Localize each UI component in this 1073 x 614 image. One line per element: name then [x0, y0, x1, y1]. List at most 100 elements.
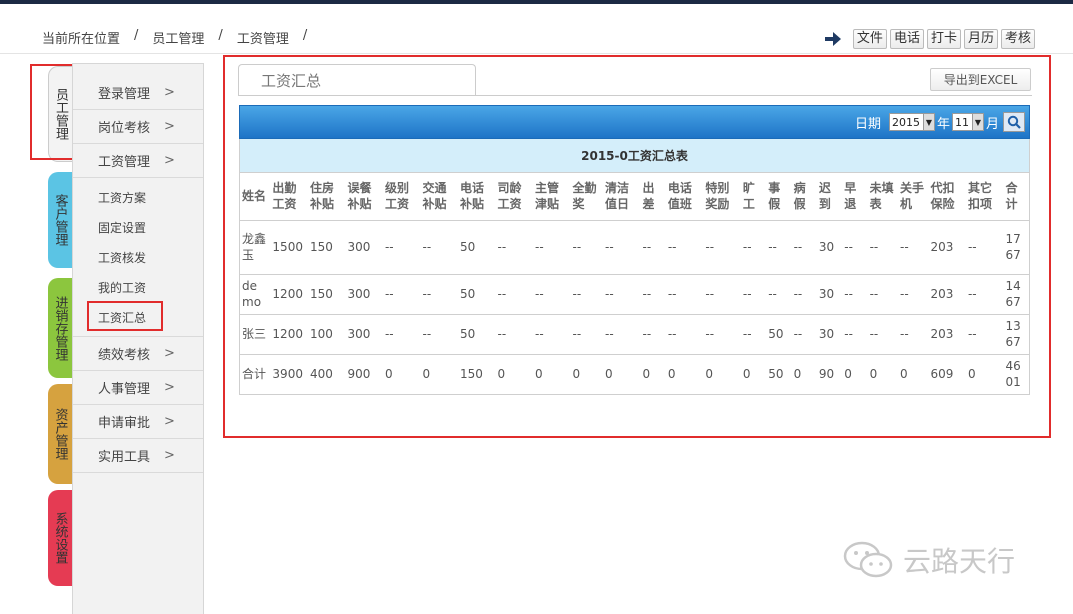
column-header: 事假	[766, 173, 792, 221]
column-header: 误餐补贴	[345, 173, 383, 221]
sidebar-item-tools[interactable]: 实用工具 >	[73, 439, 203, 473]
sidebar-subitem-fixed-settings[interactable]: 固定设置	[73, 212, 203, 242]
column-header: 电话补贴	[458, 173, 496, 221]
table-cell: --	[766, 220, 792, 275]
panel-tab[interactable]: 工资汇总	[238, 64, 476, 96]
table-cell: --	[420, 314, 458, 355]
table-cell: --	[766, 274, 792, 315]
tab-asset-management[interactable]: 资产管理	[48, 384, 72, 484]
table-cell: 50	[458, 220, 496, 275]
breadcrumb-separator: /	[134, 28, 139, 43]
column-header: 早退	[842, 173, 868, 221]
table-cell: 0	[642, 367, 651, 382]
sidebar-item-label: 人事管理	[98, 382, 151, 397]
export-excel-button[interactable]: 导出到EXCEL	[930, 68, 1031, 91]
dropdown-arrow-icon: ▼	[971, 114, 983, 130]
table-total-row: 合计 3900 400 900 0 0 150 0 0 0 0 0 0 0 0 50 0 90 0 0 0 609 0 460…	[240, 354, 1029, 394]
chevron-right-icon: >	[164, 119, 175, 134]
table-cell: 1767	[1003, 220, 1029, 275]
sidebar-item-label: 申请审批	[98, 416, 151, 431]
sidebar-item-label: 岗位考核	[98, 121, 151, 136]
year-select[interactable]: 2015 ▼	[888, 113, 935, 131]
sidebar-subitem-salary-issue[interactable]: 工资核发	[73, 242, 203, 272]
chevron-right-icon: >	[164, 85, 175, 100]
table-cell: --	[533, 220, 571, 275]
sidebar-subitem-my-salary[interactable]: 我的工资	[73, 272, 203, 302]
sidebar-subitem-salary-plan[interactable]: 工资方案	[73, 182, 203, 212]
table-cell: 0	[667, 367, 676, 382]
phone-button[interactable]: 电话	[889, 29, 924, 49]
column-header: 姓名	[240, 173, 271, 221]
table-row: 张三 1200 100 300 -- -- 50 -- -- -- -- -- -- -- -- 50 -- 30…	[240, 314, 1029, 355]
column-header: 电话值班	[665, 173, 704, 221]
table-cell: --	[791, 274, 817, 315]
month-value: 11	[954, 115, 969, 129]
table-cell: 0	[793, 367, 802, 382]
arrow-right-icon	[822, 28, 844, 50]
table-cell: 90	[818, 367, 835, 382]
search-button[interactable]	[1003, 112, 1025, 132]
month-select[interactable]: 11 ▼	[951, 113, 984, 131]
tab-customer-management[interactable]: 客户管理	[48, 172, 72, 268]
table-cell: --	[420, 274, 458, 315]
table-cell: 30	[816, 274, 843, 315]
table-cell: 3900	[272, 367, 303, 382]
table-cell: --	[533, 274, 571, 315]
table-cell: --	[382, 274, 421, 315]
breadcrumb-item[interactable]: 员工管理	[152, 28, 204, 47]
year-unit: 年	[936, 116, 950, 132]
table-row: 龙鑫玉 1500 150 300 -- -- 50 -- -- -- -- -- -- -- -- -- -- 3…	[240, 220, 1029, 275]
sidebar-item-post-assessment[interactable]: 岗位考核 >	[73, 110, 203, 144]
column-header: 代扣保险	[928, 173, 966, 221]
date-filter: 日期 2015 ▼ 年 11 ▼ 月	[855, 112, 1025, 132]
file-button[interactable]: 文件	[852, 29, 887, 49]
table-cell: 1200	[270, 314, 308, 355]
chevron-right-icon: >	[164, 153, 175, 168]
table-cell: --	[898, 274, 929, 315]
tab-inventory-management[interactable]: 进销存管理	[48, 278, 72, 378]
column-header: 特别奖励	[703, 173, 741, 221]
breadcrumb-item[interactable]: 工资管理	[237, 28, 289, 47]
assessment-button[interactable]: 考核	[1000, 29, 1035, 49]
table-cell: 203	[928, 314, 966, 355]
sidebar-item-approval[interactable]: 申请审批 >	[73, 405, 203, 439]
table-cell: 50	[458, 314, 496, 355]
table-cell: --	[791, 314, 817, 355]
column-header: 未填表	[867, 173, 899, 221]
sidebar-item-performance[interactable]: 绩效考核 >	[73, 337, 203, 371]
table-cell: demo	[240, 274, 271, 315]
breadcrumb-separator: /	[218, 28, 223, 43]
breadcrumb: 当前所在位置 / 员工管理 / 工资管理 /	[42, 28, 321, 47]
table-cell: --	[740, 314, 767, 355]
sidebar-item-label: 登录管理	[98, 87, 151, 102]
table-cell: --	[965, 314, 1004, 355]
chevron-right-icon: >	[164, 346, 175, 361]
header-bar: 当前所在位置 / 员工管理 / 工资管理 / 文件 电话 打卡 月历 考核	[0, 4, 1073, 54]
table-cell: 100	[307, 314, 346, 355]
table-cell: 0	[900, 367, 908, 382]
chevron-right-icon: >	[164, 448, 175, 463]
table-cell: --	[665, 314, 704, 355]
table-cell: --	[867, 314, 899, 355]
breadcrumb-item: 当前所在位置	[42, 32, 121, 47]
column-header: 出差	[640, 173, 666, 221]
column-header: 合计	[1003, 173, 1029, 221]
table-cell: 0	[705, 367, 713, 382]
tab-system-settings[interactable]: 系统设置	[48, 490, 72, 586]
dropdown-arrow-icon: ▼	[922, 114, 934, 130]
table-cell: --	[898, 314, 929, 355]
date-label: 日期	[854, 116, 881, 132]
table-cell: --	[867, 220, 899, 275]
column-header: 司龄工资	[495, 173, 534, 221]
sidebar-item-hr[interactable]: 人事管理 >	[73, 371, 203, 405]
calendar-button[interactable]: 月历	[963, 29, 998, 49]
table-cell: --	[965, 220, 1004, 275]
table-cell: 150	[460, 367, 483, 382]
table-cell: --	[640, 314, 666, 355]
clock-in-button[interactable]: 打卡	[926, 29, 961, 49]
sidebar-item-salary-management[interactable]: 工资管理 >	[73, 144, 203, 178]
table-row: demo 1200 150 300 -- -- 50 -- -- -- -- -- -- -- -- -- --…	[240, 274, 1029, 315]
sidebar-item-login-management[interactable]: 登录管理 >	[73, 76, 203, 110]
table-cell: 150	[307, 220, 346, 275]
column-header: 清洁值日	[602, 173, 641, 221]
